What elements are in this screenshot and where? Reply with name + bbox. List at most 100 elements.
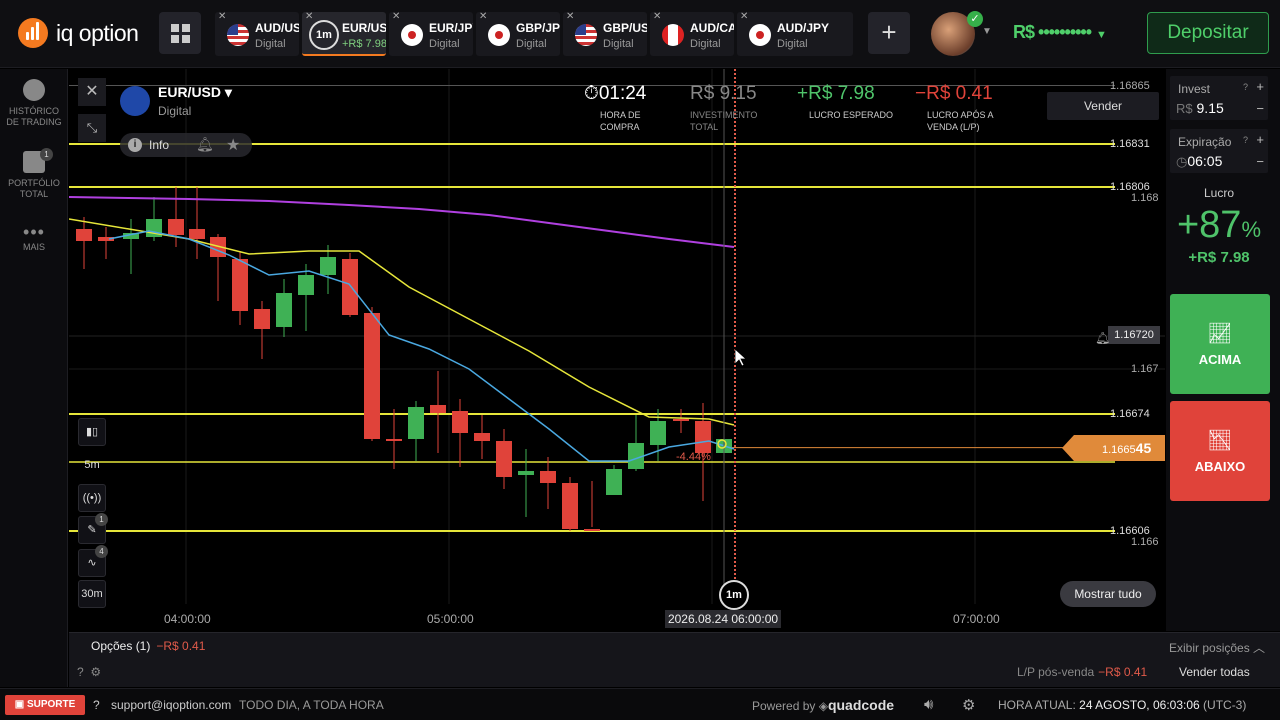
candle-body	[496, 441, 512, 477]
question-icon: ?	[93, 698, 100, 712]
flag-icon	[488, 24, 510, 46]
sidebar-item-label: PORTFÓLIO	[8, 178, 60, 188]
options-summary[interactable]: Opções (1) −R$ 0.41	[91, 639, 205, 653]
close-tab-icon[interactable]: ✕	[392, 12, 400, 22]
asset-tab-audcad[interactable]: ✕ AUD/CAD Digital	[650, 12, 734, 56]
bell-icon[interactable]: 🔔︎	[196, 136, 214, 153]
asset-tab-eurjpy[interactable]: ✕ EUR/JPY Digital	[389, 12, 473, 56]
info-icon[interactable]: i	[128, 138, 142, 152]
logo-text: iq option	[56, 19, 139, 46]
timeframe-badge: 1m	[309, 20, 339, 50]
flag-icon	[662, 24, 684, 46]
tab-profit-label: +R$ 7.98	[342, 38, 386, 50]
star-icon[interactable]: ★	[226, 135, 240, 155]
help-icon[interactable]: ?	[1243, 135, 1248, 145]
expiry-value[interactable]: ◷06:05	[1176, 153, 1222, 170]
left-sidebar: HISTÓRICO DE TRADING 1 PORTFÓLIO TOTAL •…	[0, 69, 68, 687]
timer-value: ⏱︎01:24	[584, 83, 647, 104]
profit-box: Lucro +87% +R$ 7.98	[1170, 186, 1268, 266]
asset-tab-audusd[interactable]: ✕ AUD/USD Digital	[215, 12, 299, 56]
chevron-down-icon[interactable]: ▼	[982, 26, 992, 37]
alarm-icon[interactable]: 🔔︎	[1095, 331, 1110, 345]
logo-icon	[18, 18, 48, 48]
price-axis-label: 1.16831	[1110, 138, 1150, 150]
expiry-field[interactable]: Expiração ◷06:05 + − ?	[1170, 129, 1268, 173]
chart-timeframe-badge: 1m	[719, 580, 749, 610]
support-email[interactable]: support@iqoption.com	[111, 698, 231, 712]
asset-tab-gbpusd[interactable]: ✕ GBP/USD Digital	[563, 12, 647, 56]
tab-type-label: Digital	[516, 38, 547, 50]
put-button[interactable]: 📉︎ ABAIXO	[1170, 401, 1270, 501]
price-alert-label[interactable]: 1.16720	[1108, 326, 1160, 344]
minus-icon[interactable]: −	[1256, 154, 1264, 169]
show-all-button[interactable]: Mostrar tudo	[1060, 581, 1156, 607]
asset-tab-eurusd[interactable]: ✕ 1m EUR/USD +R$ 7.98	[302, 12, 386, 56]
asset-tab-audjpy[interactable]: ✕ AUD/JPY Digital	[737, 12, 853, 56]
gear-icon[interactable]: ⚙	[962, 696, 975, 714]
profit-amount: +R$ 7.98	[1188, 249, 1250, 266]
verified-icon: ✓	[967, 11, 983, 27]
deposit-button[interactable]: Depositar	[1147, 12, 1269, 54]
close-chart-icon[interactable]: ✕	[78, 78, 106, 106]
show-positions-toggle[interactable]: Exibir posições ︿	[1169, 639, 1265, 656]
timeframe-button[interactable]: 30m	[78, 580, 106, 608]
candle-body	[673, 419, 689, 421]
call-button[interactable]: 📈︎ ACIMA	[1170, 294, 1270, 394]
price-axis-label: 1.16674	[1110, 408, 1150, 420]
top-bar: iq option ✕ AUD/USD Digital ✕ 1m EUR/USD…	[0, 0, 1280, 68]
asset-tab-gbpjpy[interactable]: ✕ GBP/JPY Digital	[476, 12, 560, 56]
sidebar-item-history[interactable]: HISTÓRICO DE TRADING	[0, 79, 68, 128]
after-sale-value: −R$ 0.41	[915, 83, 993, 104]
close-tab-icon[interactable]: ✕	[218, 12, 226, 22]
time-axis-label: 07:00:00	[953, 612, 1000, 626]
moving-average-line	[69, 218, 735, 426]
candle-body	[232, 259, 248, 311]
invest-value[interactable]: R$ 9.15	[1176, 100, 1224, 116]
grid-icon	[170, 23, 190, 43]
tab-pair-label: EUR/USD	[342, 21, 386, 35]
position-pct-label: -4.44%	[676, 451, 711, 463]
balance-display[interactable]: R$ •••••••••• ▼	[1013, 22, 1107, 43]
help-icon[interactable]: ?	[1243, 82, 1248, 92]
asset-grid-button[interactable]	[159, 12, 201, 54]
expiry-label: Expiração	[1178, 135, 1232, 149]
tab-type-label: Digital	[603, 38, 634, 50]
logo[interactable]: iq option	[18, 18, 139, 48]
chart-down-icon: 📉︎	[1207, 430, 1233, 452]
candle-body	[540, 471, 556, 483]
expected-value: +R$ 7.98	[797, 83, 875, 104]
candle-body	[408, 407, 424, 439]
volume-icon[interactable]: 🔊︎	[924, 696, 933, 713]
profit-pct: +87%	[1176, 204, 1262, 246]
plus-icon[interactable]: +	[1256, 79, 1264, 94]
plus-icon[interactable]: +	[1256, 132, 1264, 147]
invest-field[interactable]: Invest R$ 9.15 + − ?	[1170, 76, 1268, 120]
close-tab-icon[interactable]: ✕	[740, 12, 748, 22]
investment-value: R$ 9.15	[690, 83, 757, 104]
signal-icon[interactable]: ((•))	[78, 484, 106, 512]
current-time: HORA ATUAL: 24 AGOSTO, 06:03:06 (UTC-3)	[998, 698, 1247, 712]
minus-icon[interactable]: −	[1256, 101, 1264, 116]
collapse-icon[interactable]: ⤡	[78, 114, 106, 142]
candle-body	[189, 229, 205, 239]
sidebar-item-portfolio[interactable]: 1 PORTFÓLIO TOTAL	[0, 148, 68, 200]
candle-body	[298, 275, 314, 295]
info-label[interactable]: Info	[149, 138, 169, 152]
add-tab-button[interactable]: +	[868, 12, 910, 54]
flag-icon	[575, 24, 597, 46]
close-tab-icon[interactable]: ✕	[479, 12, 487, 22]
close-tab-icon[interactable]: ✕	[653, 12, 661, 22]
sidebar-item-more[interactable]: ••• MAIS	[0, 223, 68, 253]
help-settings-icons[interactable]: ? ⚙	[77, 665, 101, 679]
sell-button[interactable]: Vender	[1047, 92, 1159, 120]
close-tab-icon[interactable]: ✕	[305, 12, 313, 22]
tab-type-label: Digital	[255, 38, 286, 50]
candle-body	[254, 309, 270, 329]
chart-type-candles-icon[interactable]: ▮▯	[78, 418, 106, 446]
close-tab-icon[interactable]: ✕	[566, 12, 574, 22]
support-button[interactable]: ▣ SUPORTE	[5, 695, 85, 715]
sell-all-button[interactable]: Vender todas	[1179, 665, 1250, 679]
candle-period-button[interactable]: 5m	[78, 452, 106, 480]
positions-bar: Opções (1) −R$ 0.41 Exibir posições ︿ ? ⚙…	[69, 632, 1280, 687]
price-axis-label: 1.16865	[1110, 80, 1150, 92]
